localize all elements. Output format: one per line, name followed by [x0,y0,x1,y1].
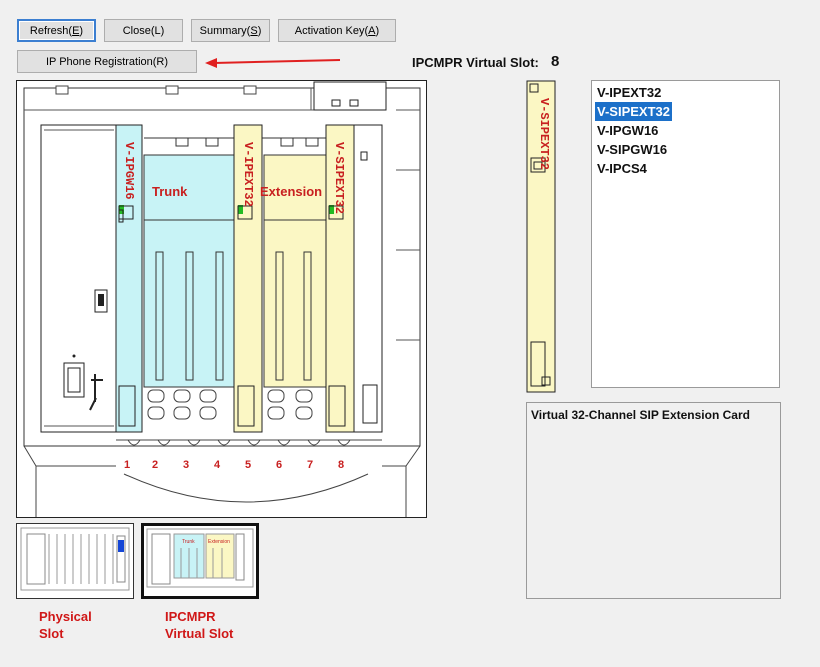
card-list-item[interactable]: V-SIPGW16 [595,140,669,159]
preview-card-label: V-SIPEXT32 [537,98,551,170]
summary-button[interactable]: Summary(S) [191,19,270,42]
card-type-list[interactable]: V-IPEXT32 V-SIPEXT32 V-IPGW16 V-SIPGW16 … [591,80,780,388]
physical-slot-thumbnail[interactable] [16,523,134,599]
virtual-slot-caption: IPCMPR Virtual Slot [165,608,233,642]
card-list-item[interactable]: V-IPEXT32 [595,83,663,102]
card-description-box: Virtual 32-Channel SIP Extension Card [526,402,781,599]
slot-number: 4 [214,459,221,471]
slot-number: 3 [183,459,189,471]
slot-number: 7 [307,459,313,471]
card-label-sipext32: V-SIPEXT32 [332,142,346,214]
physical-slot-diagram [20,527,130,591]
virtual-slot-thumbnail[interactable]: Trunk Extension [141,523,259,599]
zone-label-extension: Extension [260,184,322,199]
physical-caption-line2: Slot [39,626,64,641]
card-label-ipgw16: V-IPGW16 [122,142,136,200]
virtual-slot-diagram: Trunk Extension [146,528,254,588]
virtual-caption-line2: Virtual Slot [165,626,234,641]
activation-key-button[interactable]: Activation Key(A) [278,19,396,42]
virtual-slot-value: 8 [551,53,560,70]
card-preview: V-SIPEXT32 [526,80,556,393]
physical-slot-caption: Physical Slot [39,608,92,642]
red-arrow-annotation [205,58,341,68]
virtual-slot-label: IPCMPR Virtual Slot: [412,55,539,70]
close-button[interactable]: Close(L) [104,19,183,42]
slot-number: 2 [152,459,158,471]
thumb-trunk-label: Trunk [182,539,195,545]
thumb-extension-label: Extension [208,539,230,545]
chassis-diagram[interactable]: V-IPGW16 V-IPEXT32 V-SIPEXT32 Trunk Exte… [16,80,427,518]
card-list-item-selected[interactable]: V-SIPEXT32 [595,102,672,121]
ip-phone-registration-button[interactable]: IP Phone Registration(R) [17,50,197,73]
slot-number: 5 [245,459,251,471]
zone-label-trunk: Trunk [152,184,188,199]
physical-caption-line1: Physical [39,609,92,624]
slot-number: 1 [124,459,130,471]
card-label-ipext32: V-IPEXT32 [241,142,255,207]
refresh-button[interactable]: Refresh(E) [17,19,96,42]
slot-number: 8 [338,459,344,471]
virtual-caption-line1: IPCMPR [165,609,216,624]
card-list-item[interactable]: V-IPCS4 [595,159,649,178]
slot-number: 6 [276,459,282,471]
card-list-item[interactable]: V-IPGW16 [595,121,660,140]
card-description: Virtual 32-Channel SIP Extension Card [531,408,750,422]
